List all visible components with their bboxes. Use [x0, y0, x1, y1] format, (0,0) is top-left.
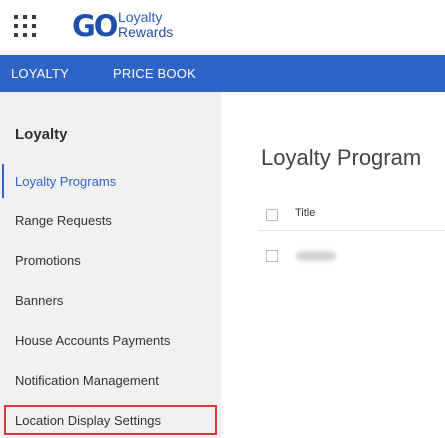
- sidebar-item-banners[interactable]: Banners: [15, 293, 63, 308]
- apps-grid-icon[interactable]: [14, 15, 36, 37]
- sidebar-item-range-requests[interactable]: Range Requests: [15, 213, 112, 228]
- nav-item-loyalty[interactable]: LOYALTY: [11, 66, 69, 81]
- sidebar-item-location-display-settings[interactable]: Location Display Settings: [15, 413, 161, 428]
- table-header: Title: [258, 200, 445, 231]
- column-header-title[interactable]: Title: [295, 207, 315, 219]
- app-header: GO Loyalty Rewards: [0, 0, 445, 55]
- page-title: Loyalty Program: [261, 145, 422, 170]
- sidebar-item-loyalty-programs[interactable]: Loyalty Programs: [15, 174, 116, 189]
- select-all-checkbox[interactable]: [266, 209, 278, 221]
- logo-line-2: Rewards: [118, 24, 174, 40]
- sidebar-item-house-accounts-payments[interactable]: House Accounts Payments: [15, 333, 170, 348]
- sidebar-title: Loyalty: [15, 126, 68, 143]
- logo-mark: GO: [72, 9, 118, 43]
- row-checkbox[interactable]: [266, 250, 278, 262]
- top-nav: LOYALTY PRICE BOOK: [0, 55, 445, 92]
- table-row-blurred-text: [296, 251, 336, 261]
- sidebar-item-notification-management[interactable]: Notification Management: [15, 373, 159, 388]
- nav-item-price-book[interactable]: PRICE BOOK: [113, 66, 196, 81]
- logo-line-1: Loyalty: [118, 9, 163, 25]
- sidebar-item-promotions[interactable]: Promotions: [15, 253, 81, 268]
- active-indicator: [2, 164, 4, 198]
- logo-text: Loyalty Rewards: [118, 10, 173, 40]
